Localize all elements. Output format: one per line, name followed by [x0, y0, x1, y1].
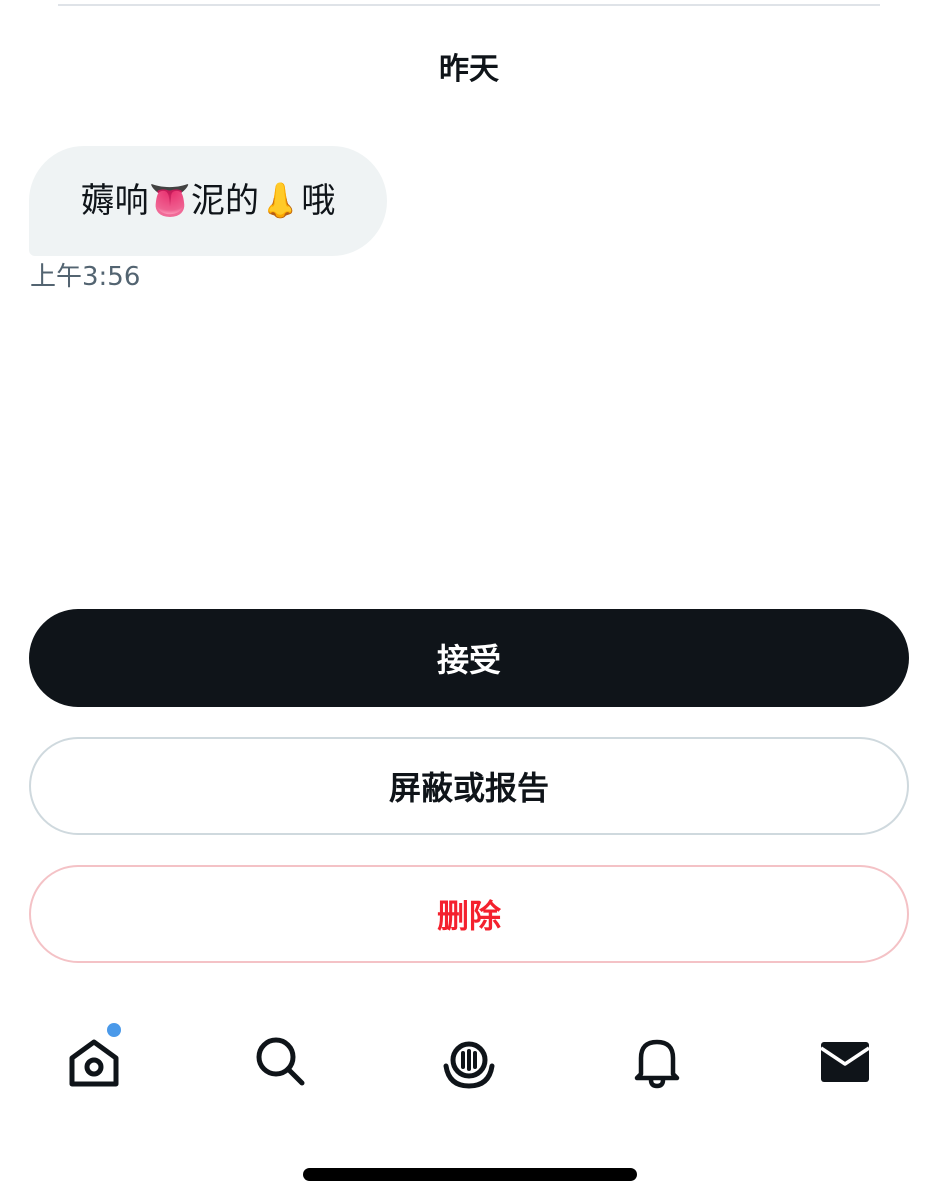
- tab-notifications[interactable]: [617, 1022, 697, 1102]
- mail-icon: [820, 1042, 870, 1082]
- delete-button[interactable]: 删除: [29, 865, 909, 963]
- tab-search[interactable]: [241, 1022, 321, 1102]
- bell-icon: [634, 1039, 680, 1089]
- tab-messages[interactable]: [805, 1022, 885, 1102]
- tab-spaces[interactable]: [429, 1022, 509, 1102]
- search-icon: [256, 1037, 305, 1086]
- accept-button[interactable]: 接受: [29, 609, 909, 707]
- home-notification-dot: [107, 1023, 121, 1037]
- home-indicator[interactable]: [303, 1168, 637, 1181]
- message-bubble[interactable]: 薅响👅泥的👃哦: [29, 146, 387, 256]
- message-text: 薅响👅泥的👃哦: [80, 181, 336, 221]
- date-separator: 昨天: [439, 52, 499, 87]
- spaces-icon: [443, 1041, 495, 1089]
- block-or-report-button-label: 屏蔽或报告: [388, 769, 549, 807]
- block-or-report-button[interactable]: 屏蔽或报告: [29, 737, 909, 835]
- bottom-tab-bar: [0, 1012, 938, 1112]
- accept-button-label: 接受: [436, 641, 501, 679]
- top-divider: [58, 4, 880, 6]
- home-icon: [69, 1039, 119, 1087]
- message-timestamp: 上午3:56: [30, 262, 141, 292]
- delete-button-label: 删除: [436, 897, 501, 935]
- tab-home[interactable]: [54, 1022, 134, 1102]
